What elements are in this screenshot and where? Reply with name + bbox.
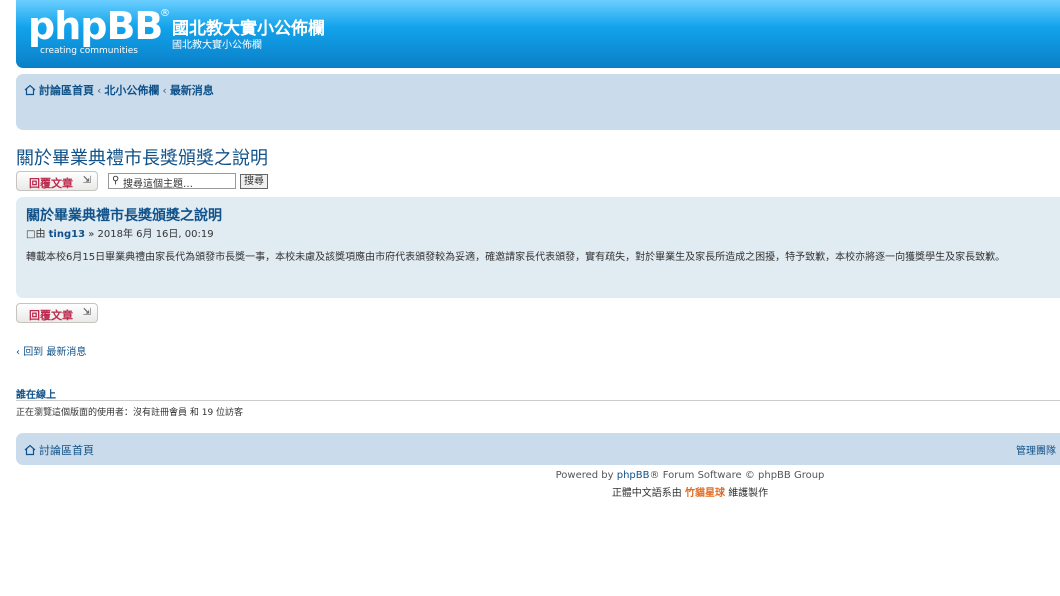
breadcrumb-separator: ‹ (97, 84, 102, 97)
who-is-online-text: 正在瀏覽這個版面的使用者：沒有註冊會員 和 19 位訪客 (16, 408, 244, 418)
phpbb-link[interactable]: phpBB (617, 470, 650, 481)
footer-navbar: 討論區首頁 管理團隊 (16, 433, 1060, 465)
post-title[interactable]: 關於畢業典禮市長獎頒獎之說明 (26, 205, 222, 225)
team-link[interactable]: 管理團隊 (1016, 442, 1056, 457)
powered-by: Powered by phpBB® Forum Software © phpBB… (0, 470, 1060, 481)
reply-arrow-icon: ⇲ (82, 307, 91, 318)
logo-registered-mark: ® (160, 8, 170, 19)
logo-tagline: creating communities (40, 46, 138, 56)
reply-button-label: 回覆文章 (29, 177, 73, 190)
breadcrumb-home-link[interactable]: 討論區首頁 (39, 84, 94, 97)
translation-brand-link[interactable]: 竹貓星球 (685, 488, 725, 499)
translation-prefix: 正體中文語系由 (611, 488, 682, 499)
site-header: phpBB ® creating communities 國北教大實小公佈欄 國… (16, 0, 1060, 68)
breadcrumb-subforum-link[interactable]: 最新消息 (170, 84, 214, 97)
search-placeholder: 搜尋這個主題… (123, 179, 193, 190)
translation-credit: 正體中文語系由 竹貓星球 維護製作 (0, 484, 1060, 499)
topic-search-input[interactable]: ⚲ 搜尋這個主題… (108, 173, 236, 190)
post-author-line: □由 ting13 » 2018年 6月 16日, 00:19 (26, 225, 214, 240)
back-to-forum-link[interactable]: ‹ 回到 最新消息 (16, 343, 86, 358)
post-body: 轉載本校6月15日畢業典禮由家長代為頒發市長獎一事，本校未慮及該獎項應由市府代表… (26, 252, 1006, 263)
logo-text: phpBB (28, 4, 163, 48)
who-is-online-title[interactable]: 誰在線上 (16, 386, 56, 401)
post-by-prefix: 由 (35, 229, 46, 240)
footer-home-link[interactable]: 討論區首頁 (39, 444, 94, 457)
search-button[interactable]: 搜尋 (240, 174, 268, 189)
powered-prefix: Powered by (555, 470, 614, 481)
post-date: » 2018年 6月 16日, 00:19 (88, 229, 214, 240)
search-icon: ⚲ (112, 175, 120, 186)
breadcrumb-separator: ‹ (162, 84, 167, 97)
back-chevron-icon: ‹ (16, 347, 20, 358)
breadcrumb: 討論區首頁 ‹ 北小公佈欄 ‹ 最新消息 (24, 82, 214, 98)
divider (16, 400, 1060, 401)
translation-suffix: 維護製作 (728, 488, 769, 499)
reply-button-label: 回覆文章 (29, 309, 73, 322)
topic-title[interactable]: 關於畢業典禮市長獎頒獎之說明 (16, 144, 268, 170)
navbar: 討論區首頁 ‹ 北小公佈欄 ‹ 最新消息 (16, 74, 1060, 130)
reply-button[interactable]: 回覆文章 ⇲ (16, 171, 98, 191)
home-icon (24, 84, 36, 96)
reply-button-bottom[interactable]: 回覆文章 ⇲ (16, 303, 98, 323)
back-link-label: 回到 最新消息 (23, 347, 87, 358)
footer-breadcrumb: 討論區首頁 (24, 442, 94, 458)
reply-arrow-icon: ⇲ (82, 175, 91, 186)
breadcrumb-forum-link[interactable]: 北小公佈欄 (104, 84, 159, 97)
post-author-link[interactable]: ting13 (49, 229, 85, 240)
home-icon (24, 444, 36, 456)
phpbb-logo[interactable]: phpBB ® creating communities (28, 4, 170, 56)
powered-suffix: ® Forum Software © phpBB Group (649, 470, 825, 481)
site-description: 國北教大實小公佈欄 (172, 40, 262, 51)
post: 關於畢業典禮市長獎頒獎之說明 □由 ting13 » 2018年 6月 16日,… (16, 197, 1060, 298)
